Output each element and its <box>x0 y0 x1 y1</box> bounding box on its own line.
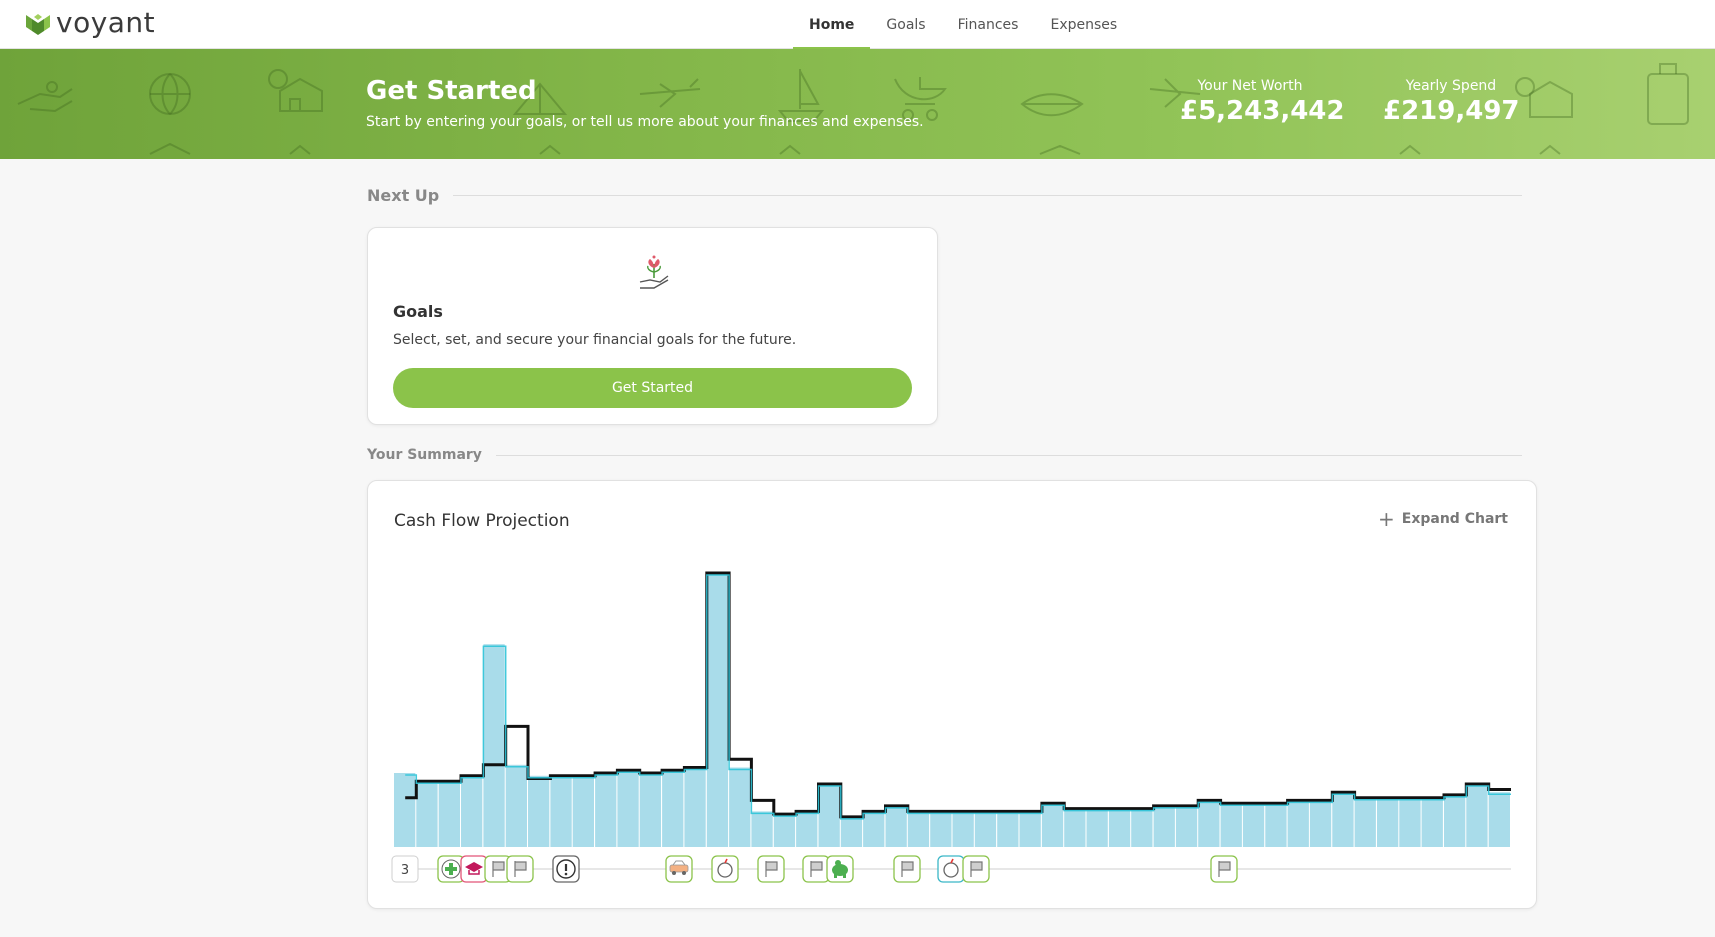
alert-icon[interactable] <box>552 855 580 883</box>
chart-bar[interactable] <box>1175 805 1198 847</box>
chart-bar[interactable] <box>1377 797 1399 847</box>
nav-goals[interactable]: Goals <box>870 0 941 49</box>
chart-bar[interactable] <box>1198 800 1220 847</box>
nav-expenses[interactable]: Expenses <box>1034 0 1133 49</box>
chart-bar[interactable] <box>706 573 729 847</box>
chart-bar[interactable] <box>639 773 661 847</box>
chart-bar[interactable] <box>684 767 706 848</box>
chart-bar[interactable] <box>907 811 930 847</box>
net-worth-value: £5,243,442 <box>1180 96 1345 126</box>
cluster-count-badge[interactable]: 3 <box>391 855 419 883</box>
chart-bar[interactable] <box>394 773 416 847</box>
flag-icon[interactable] <box>506 855 534 883</box>
chart-bar[interactable] <box>1131 808 1153 847</box>
main-nav: Home Goals Finances Expenses <box>793 0 1133 50</box>
chart-bar[interactable] <box>1220 803 1242 847</box>
next-up-heading-text: Next Up <box>367 186 440 205</box>
chart-bar[interactable] <box>1332 792 1354 847</box>
chart-bar[interactable] <box>572 775 594 847</box>
goals-card-description: Select, set, and secure your financial g… <box>393 332 797 348</box>
graduation-cap-icon[interactable] <box>460 855 488 883</box>
chart-bar[interactable] <box>863 811 885 847</box>
flag-icon[interactable] <box>962 855 990 883</box>
chart-bar[interactable] <box>461 775 483 847</box>
chart-bar[interactable] <box>729 767 751 848</box>
voyant-logo[interactable]: voyant <box>24 9 155 37</box>
net-worth-stat[interactable]: Your Net Worth £5,243,442 <box>1180 78 1345 126</box>
flag-icon[interactable] <box>802 855 830 883</box>
flag-icon[interactable] <box>757 855 785 883</box>
yearly-spend-value: £219,497 <box>1383 96 1520 126</box>
chart-bar[interactable] <box>997 811 1019 847</box>
chart-bar[interactable] <box>840 816 863 847</box>
piggy-bank-icon[interactable] <box>826 855 854 883</box>
flag-icon[interactable] <box>1210 855 1238 883</box>
chart-bar[interactable] <box>818 784 840 847</box>
flag-icon[interactable] <box>893 855 921 883</box>
next-up-divider <box>453 195 1522 196</box>
chart-bar[interactable] <box>595 773 617 847</box>
next-up-heading: Next Up <box>367 186 1522 205</box>
get-started-button[interactable]: Get Started <box>393 368 912 408</box>
your-summary-divider <box>495 454 1522 456</box>
chart-bar[interactable] <box>662 770 684 847</box>
plant-in-hand-icon <box>639 255 669 289</box>
chart-bar[interactable] <box>617 770 639 847</box>
chart-bar[interactable] <box>1421 797 1443 847</box>
your-summary-heading: Your Summary <box>367 447 1522 463</box>
net-worth-label: Your Net Worth <box>1197 78 1303 94</box>
chart-bar[interactable] <box>1444 794 1466 847</box>
yearly-spend-label: Yearly Spend <box>1405 78 1497 94</box>
your-summary-heading-text: Your Summary <box>367 447 482 463</box>
hero-banner: Get Started Start by entering your goals… <box>0 49 1715 159</box>
chart-bar[interactable] <box>416 781 438 847</box>
chart-bar[interactable] <box>438 781 460 847</box>
chart-bar[interactable] <box>1041 803 1064 847</box>
goals-card-title: Goals <box>393 302 443 321</box>
chart-bars <box>394 573 1510 847</box>
car-icon[interactable] <box>665 855 693 883</box>
chart-bar[interactable] <box>1019 811 1041 847</box>
goals-card: Goals Select, set, and secure your finan… <box>367 227 938 425</box>
chart-bar[interactable] <box>528 775 550 847</box>
chart-bar[interactable] <box>1153 805 1175 847</box>
app-name: voyant <box>56 6 156 39</box>
cash-flow-card: Cash Flow Projection + Expand Chart 3 <box>367 480 1537 909</box>
chart-bar[interactable] <box>1309 800 1332 847</box>
nav-home[interactable]: Home <box>793 0 871 50</box>
top-navigation-bar: voyant Home Goals Finances Expenses <box>0 0 1715 50</box>
chart-bar[interactable] <box>930 811 952 847</box>
chart-bar[interactable] <box>952 811 974 847</box>
chart-bar[interactable] <box>885 805 907 847</box>
chart-bar[interactable] <box>1086 808 1108 847</box>
chart-bar[interactable] <box>550 775 572 847</box>
cash-flow-chart[interactable]: 3 <box>368 481 1538 910</box>
apple-icon[interactable] <box>937 855 965 883</box>
chart-bar[interactable] <box>1287 800 1309 847</box>
chart-bar[interactable] <box>1242 803 1265 847</box>
chart-bar[interactable] <box>505 764 527 847</box>
yearly-spend-stat[interactable]: Yearly Spend £219,497 <box>1383 78 1520 126</box>
chart-bar[interactable] <box>974 811 997 847</box>
chart-bar[interactable] <box>796 811 818 847</box>
health-cross-icon[interactable] <box>437 855 465 883</box>
chart-bar[interactable] <box>1064 808 1086 847</box>
chart-bar[interactable] <box>1265 803 1287 847</box>
chart-bar[interactable] <box>1466 784 1488 847</box>
chart-bar[interactable] <box>1488 792 1510 847</box>
chart-bar[interactable] <box>1108 808 1131 847</box>
hero-subtitle: Start by entering your goals, or tell us… <box>366 114 924 130</box>
cluster-count-text: 3 <box>401 863 409 878</box>
chart-bar[interactable] <box>483 644 505 847</box>
apple-icon[interactable] <box>711 855 739 883</box>
hero-title: Get Started <box>366 76 537 106</box>
chart-bar[interactable] <box>751 811 773 847</box>
chart-bar[interactable] <box>773 814 796 847</box>
voyant-logo-icon <box>26 14 50 35</box>
chart-bar[interactable] <box>1399 797 1421 847</box>
chart-bar[interactable] <box>1354 797 1376 847</box>
nav-finances[interactable]: Finances <box>942 0 1035 49</box>
